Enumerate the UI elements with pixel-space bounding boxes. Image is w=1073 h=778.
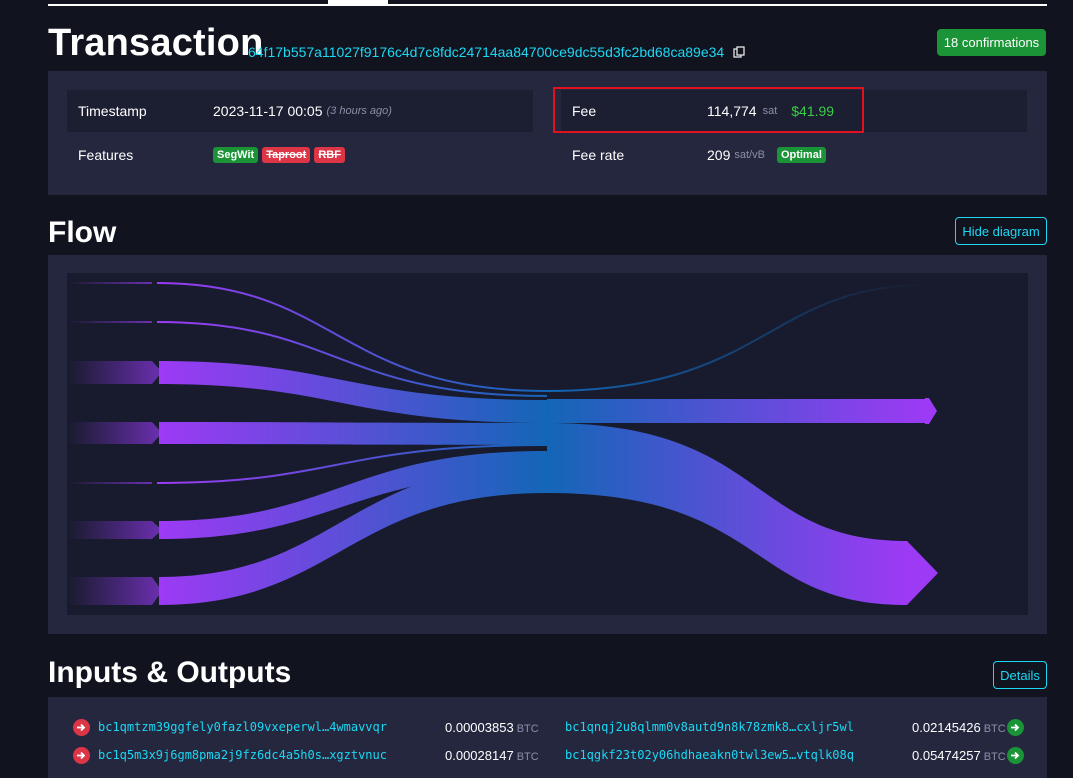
output-flows xyxy=(546,284,938,605)
features-label: Features xyxy=(78,147,134,163)
output-amount: 0.02145426 BTC xyxy=(912,720,1006,735)
flow-title: Flow xyxy=(48,216,117,249)
feerate-badge: Optimal xyxy=(776,147,826,163)
flow-diagram-svg xyxy=(67,282,938,605)
input-stubs xyxy=(67,282,162,605)
io-row: bc1q5m3x9j6gm8pma2j9fz6dc4a5h0s…xgztvnuc… xyxy=(48,742,1047,770)
feature-taproot-tag[interactable]: Taproot xyxy=(262,147,311,163)
feature-segwit-tag[interactable]: SegWit xyxy=(213,147,259,163)
input-address[interactable]: bc1qmtzm39ggfely0fazl09vxeperwl…4wmavvqr xyxy=(98,720,387,734)
feerate-row: Fee rate 209 sat/vB Optimal xyxy=(561,134,1027,176)
output-amount: 0.05474257 BTC xyxy=(912,748,1006,763)
input-amount: 0.00003853 BTC xyxy=(445,720,539,735)
confirmations-badge: 18 confirmations xyxy=(937,29,1046,56)
feerate-value: 209 sat/vB Optimal xyxy=(707,147,826,163)
timestamp-row: Timestamp 2023-11-17 00:05 (3 hours ago) xyxy=(67,90,533,132)
feerate-number: 209 xyxy=(707,147,731,163)
timestamp-ago: (3 hours ago) xyxy=(326,105,392,117)
timestamp-value: 2023-11-17 00:05 (3 hours ago) xyxy=(213,103,392,119)
flow-diagram-panel xyxy=(48,255,1047,634)
io-row: bc1qmtzm39ggfely0fazl09vxeperwl…4wmavvqr… xyxy=(48,714,1047,742)
output-address[interactable]: bc1qgkf23t02y06hdhaeakn0twl3ew5…vtqlk08q xyxy=(565,748,854,762)
io-panel: bc1qmtzm39ggfely0fazl09vxeperwl…4wmavvqr… xyxy=(48,697,1047,778)
io-title: Inputs & Outputs xyxy=(48,656,292,689)
top-tab-indicator xyxy=(328,0,388,4)
fee-highlight-box xyxy=(553,87,864,133)
input-amount-unit: BTC xyxy=(516,751,539,763)
top-divider xyxy=(48,4,1047,6)
hide-diagram-button[interactable]: Hide diagram xyxy=(955,217,1047,245)
input-amount: 0.00028147 BTC xyxy=(445,748,539,763)
copy-icon[interactable] xyxy=(733,46,745,58)
input-amount-value: 0.00028147 xyxy=(445,748,514,763)
output-amount-unit: BTC xyxy=(983,723,1006,735)
arrow-right-circle-icon[interactable] xyxy=(1007,747,1024,764)
input-amount-unit: BTC xyxy=(516,723,539,735)
output-amount-value: 0.02145426 xyxy=(912,720,981,735)
arrow-right-circle-icon[interactable] xyxy=(73,747,90,764)
features-tags: SegWit Taproot RBF xyxy=(213,147,345,163)
feerate-unit: sat/vB xyxy=(734,149,765,161)
arrow-right-circle-icon[interactable] xyxy=(73,719,90,736)
arrow-right-circle-icon[interactable] xyxy=(1007,719,1024,736)
timestamp-label: Timestamp xyxy=(78,103,147,119)
timestamp-date: 2023-11-17 00:05 xyxy=(213,103,323,119)
features-row: Features SegWit Taproot RBF xyxy=(67,134,533,176)
input-flows xyxy=(156,282,548,605)
details-button[interactable]: Details xyxy=(993,661,1047,689)
input-address[interactable]: bc1q5m3x9j6gm8pma2j9fz6dc4a5h0s…xgztvnuc xyxy=(98,748,387,762)
output-address[interactable]: bc1qnqj2u8qlmm0v8autd9n8k78zmk8…cxljr5wl xyxy=(565,720,854,734)
txid-link[interactable]: 64f17b557a11027f9176c4d7c8fdc24714aa8470… xyxy=(248,44,724,60)
output-amount-value: 0.05474257 xyxy=(912,748,981,763)
flow-diagram[interactable] xyxy=(67,273,1028,615)
page-title: Transaction xyxy=(48,22,264,64)
output-amount-unit: BTC xyxy=(983,751,1006,763)
feature-rbf-tag[interactable]: RBF xyxy=(314,147,345,163)
feerate-label: Fee rate xyxy=(572,147,625,163)
input-amount-value: 0.00003853 xyxy=(445,720,514,735)
transaction-details: Timestamp 2023-11-17 00:05 (3 hours ago)… xyxy=(48,71,1047,195)
